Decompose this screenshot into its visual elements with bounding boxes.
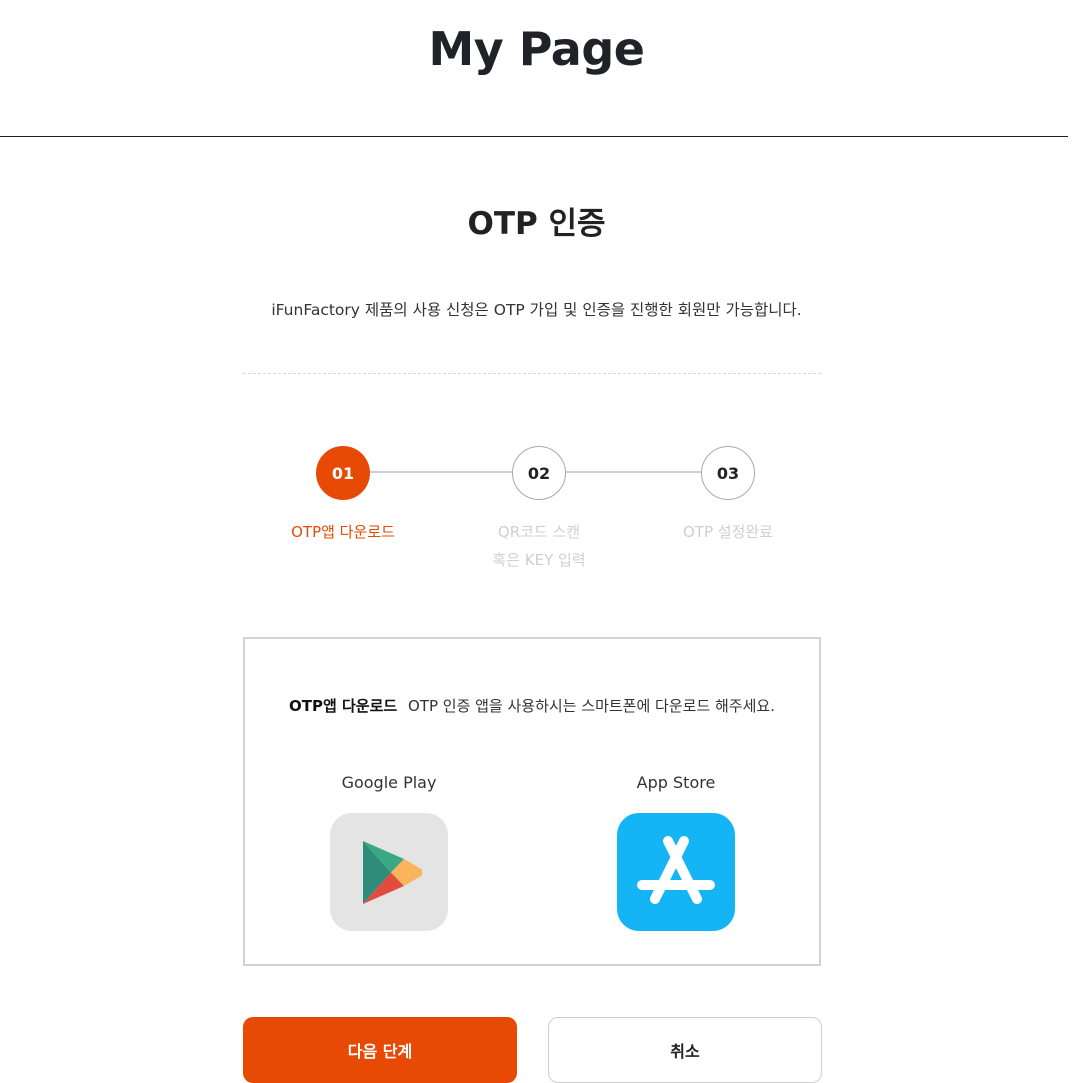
header-divider: [0, 136, 1068, 137]
dotted-divider: [243, 373, 821, 374]
download-description: OTP 인증 앱을 사용하시는 스마트폰에 다운로드 해주세요.: [407, 697, 775, 715]
app-store-label[interactable]: App Store: [596, 773, 756, 797]
step-3-label-text: OTP 설정완료: [683, 523, 773, 541]
step-1-circle: 01: [316, 446, 370, 500]
google-play-label[interactable]: Google Play: [309, 773, 469, 797]
cancel-button[interactable]: 취소: [548, 1017, 822, 1083]
step-2-label: QR코드 스캔 혹은 KEY 입력: [439, 518, 639, 574]
section-title: OTP 인증: [467, 206, 606, 242]
step-2-circle: 02: [512, 446, 566, 500]
step-3-circle: 03: [701, 446, 755, 500]
app-store[interactable]: App Store: [596, 773, 756, 931]
step-connector: [566, 471, 701, 473]
app-store-icon[interactable]: [617, 813, 735, 931]
my-page: My Page OTP 인증 iFunFactory 제품의 사용 신청은 OT…: [0, 0, 1073, 1083]
download-instructions: OTP앱 다운로드 OTP 인증 앱을 사용하시는 스마트폰에 다운로드 해주세…: [245, 695, 819, 716]
download-title: OTP앱 다운로드: [289, 697, 398, 715]
step-1-label: OTP앱 다운로드: [243, 518, 443, 546]
page-title: My Page: [428, 22, 645, 76]
google-play-icon[interactable]: [330, 813, 448, 931]
next-step-button[interactable]: 다음 단계: [243, 1017, 517, 1083]
step-1-label-text: OTP앱 다운로드: [291, 523, 395, 541]
step-2-label-line1: QR코드 스캔: [497, 523, 581, 541]
otp-app-download-box: OTP앱 다운로드 OTP 인증 앱을 사용하시는 스마트폰에 다운로드 해주세…: [243, 637, 821, 966]
step-2-label-line2: 혹은 KEY 입력: [492, 551, 586, 569]
step-connector: [370, 471, 512, 473]
step-3-label: OTP 설정완료: [628, 518, 828, 546]
section-description: iFunFactory 제품의 사용 신청은 OTP 가입 및 인증을 진행한 …: [271, 301, 802, 319]
google-play-store[interactable]: Google Play: [309, 773, 469, 931]
